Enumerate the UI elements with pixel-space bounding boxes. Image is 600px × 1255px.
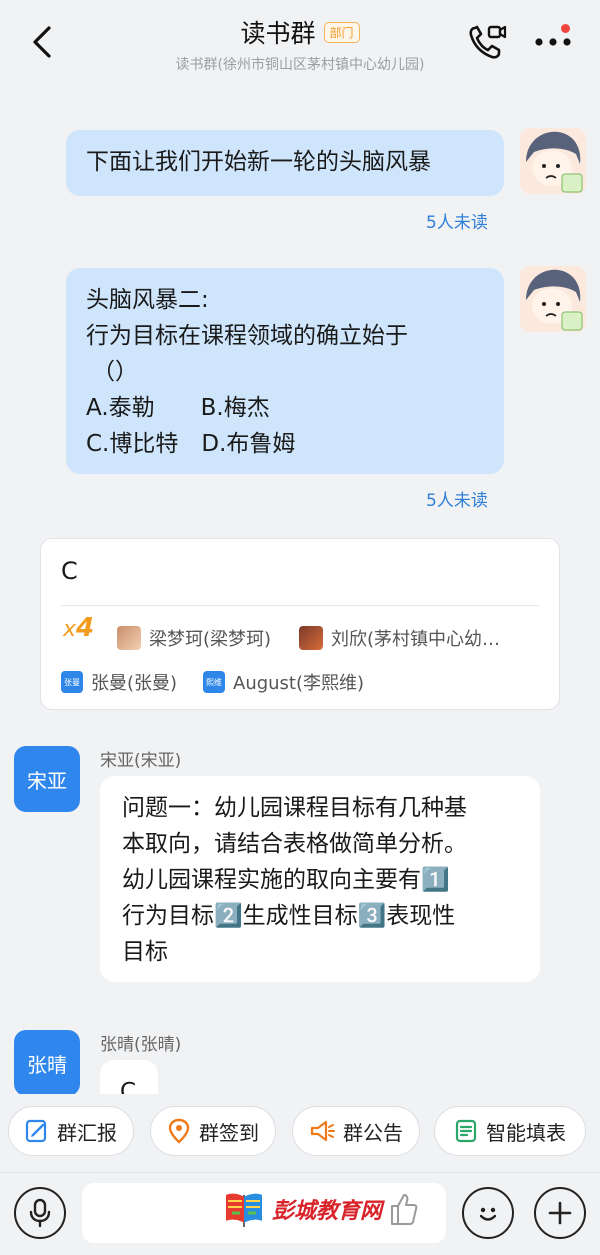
quick-action-label: 群汇报	[57, 1120, 117, 1145]
emoji-button[interactable]	[462, 1187, 514, 1239]
megaphone-icon	[310, 1120, 335, 1142]
answer-member[interactable]: 刘欣(茅村镇中心幼…	[299, 625, 500, 651]
phone-video-icon	[469, 25, 507, 59]
group-subtitle: 读书群(徐州市铜山区茅村镇中心幼儿园)	[175, 57, 425, 73]
message-line: 行为目标2️⃣生成性目标3️⃣表现性	[122, 903, 456, 929]
unread-count[interactable]: 5人未读	[426, 208, 488, 233]
count-value: 4	[76, 613, 95, 643]
cartoon-avatar-icon	[520, 266, 586, 332]
member-photo-icon	[299, 626, 323, 650]
message-line: （）	[92, 359, 138, 385]
group-announcement-button[interactable]: 群公告	[292, 1106, 420, 1156]
message-line: 头脑风暴二:	[86, 287, 209, 313]
message-line: 目标	[122, 939, 168, 965]
message-input[interactable]: 彭城教育网	[82, 1183, 446, 1243]
incoming-message-bubble[interactable]: 问题一：幼儿园课程目标有几种基 本取向，请结合表格做简单分析。 幼儿园课程实施的…	[100, 776, 540, 982]
answer-member[interactable]: 梁梦珂(梁梦珂)	[117, 625, 271, 651]
group-report-button[interactable]: 群汇报	[8, 1106, 134, 1156]
member-name: 刘欣(茅村镇中心幼…	[331, 629, 501, 650]
member-tag-avatar: 张曼	[61, 671, 83, 693]
voice-input-button[interactable]	[14, 1187, 66, 1239]
department-badge: 部门	[323, 21, 360, 43]
self-avatar[interactable]	[520, 266, 586, 332]
group-checkin-button[interactable]: 群签到	[150, 1106, 276, 1156]
site-watermark: 彭城教育网	[222, 1187, 418, 1231]
quick-action-label: 群签到	[199, 1120, 259, 1145]
smiley-icon	[479, 1207, 497, 1221]
quick-action-label: 群公告	[343, 1120, 403, 1145]
group-title: 读书群	[240, 19, 316, 48]
chat-header: 读书群 部门 读书群(徐州市铜山区茅村镇中心幼儿园)	[0, 0, 600, 84]
title-block[interactable]: 读书群 部门 读书群(徐州市铜山区茅村镇中心幼儿园)	[0, 14, 600, 74]
answer-count: x4	[63, 613, 94, 643]
self-message-bubble[interactable]: 头脑风暴二: 行为目标在课程领域的确立始于 （） A.泰勒 B.梅杰 C.博比特…	[66, 268, 504, 474]
message-text: C	[120, 1079, 137, 1094]
answer-card[interactable]: C x4 梁梦珂(梁梦珂) 刘欣(茅村镇中心幼… 张曼 张曼(张曼) 熙维 Au…	[40, 538, 560, 710]
message-line: C.博比特 D.布鲁姆	[86, 431, 296, 457]
message-text: 下面让我们开始新一轮的头脑风暴	[86, 149, 431, 175]
watermark-text: 彭城教育网	[272, 1199, 383, 1224]
message-line: 本取向，请结合表格做简单分析。	[122, 831, 467, 857]
answer-text: C	[61, 557, 78, 585]
quick-action-bar: 群汇报 群签到 群公告 智能填表	[0, 1094, 600, 1172]
message-line: 问题一：幼儿园课程目标有几种基	[122, 795, 467, 821]
smart-form-button[interactable]: 智能填表	[434, 1106, 586, 1156]
more-dots-icon	[535, 38, 571, 46]
more-options-button[interactable]	[530, 20, 576, 64]
member-tag-avatar: 熙维	[203, 671, 225, 693]
message-line: 幼儿园课程实施的取向主要有1️⃣	[122, 867, 450, 893]
cartoon-avatar-icon	[520, 128, 586, 194]
message-line: A.泰勒 B.梅杰	[86, 395, 270, 421]
video-call-button[interactable]	[466, 22, 508, 62]
member-name: August(李熙维)	[233, 673, 365, 694]
microphone-icon	[29, 1198, 51, 1228]
report-icon	[25, 1119, 47, 1143]
quick-action-label: 智能填表	[486, 1120, 566, 1145]
chat-messages[interactable]: 下面让我们开始新一轮的头脑风暴 5人未读 头脑风暴二: 行为目标在课程领域的确立…	[0, 84, 600, 1094]
location-icon	[168, 1118, 190, 1144]
plus-icon	[548, 1201, 572, 1225]
member-name: 梁梦珂(梁梦珂)	[149, 629, 272, 650]
form-icon	[455, 1119, 477, 1143]
unread-count[interactable]: 5人未读	[426, 486, 488, 511]
self-message-bubble[interactable]: 下面让我们开始新一轮的头脑风暴	[66, 130, 504, 196]
sender-name: 张晴(张晴)	[100, 1035, 182, 1055]
member-photo-icon	[117, 626, 141, 650]
sender-avatar[interactable]: 宋亚	[14, 746, 80, 812]
notification-dot	[561, 24, 570, 33]
member-name: 张曼(张曼)	[91, 673, 178, 694]
self-avatar[interactable]	[520, 128, 586, 194]
thumbs-up-icon	[391, 1194, 418, 1225]
incoming-message-bubble[interactable]: C	[100, 1060, 158, 1094]
answer-member[interactable]: 张曼 张曼(张曼)	[61, 669, 177, 695]
message-line: 行为目标在课程领域的确立始于	[86, 323, 408, 349]
sender-avatar[interactable]: 张晴	[14, 1030, 80, 1094]
card-divider	[61, 605, 539, 606]
sender-name: 宋亚(宋亚)	[100, 751, 182, 771]
more-actions-button[interactable]	[534, 1187, 586, 1239]
answer-member[interactable]: 熙维 August(李熙维)	[203, 669, 364, 695]
message-input-bar: 彭城教育网	[0, 1172, 600, 1255]
count-prefix: x	[63, 617, 77, 642]
book-logo-icon	[226, 1193, 262, 1227]
